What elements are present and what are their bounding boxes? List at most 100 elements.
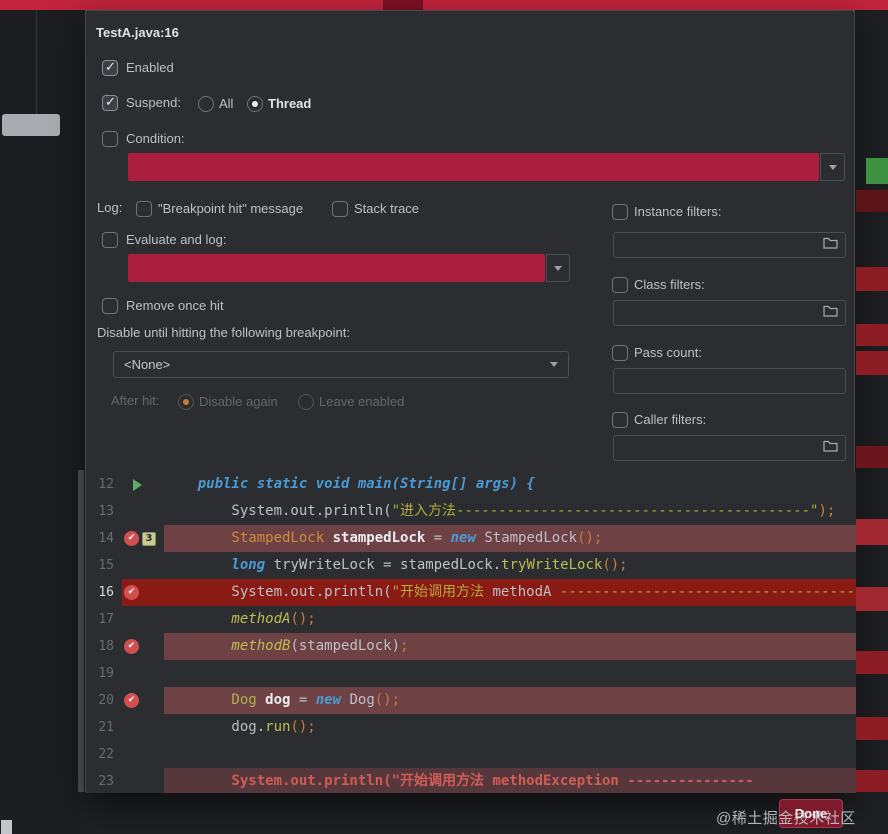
code-text[interactable]: System.out.println("开始调用方法 methodExcepti… bbox=[164, 768, 856, 793]
condition-input[interactable] bbox=[128, 153, 819, 181]
class-filters-label: Class filters: bbox=[634, 277, 705, 293]
gutter[interactable] bbox=[122, 552, 164, 579]
code-line[interactable]: 20✔ Dog dog = new Dog(); bbox=[86, 687, 856, 714]
code-line[interactable]: 21 dog.run(); bbox=[86, 714, 856, 741]
error-stripe-mark[interactable] bbox=[856, 770, 888, 792]
line-number: 18 bbox=[86, 633, 122, 660]
code-text[interactable]: StampedLock stampedLock = new StampedLoc… bbox=[164, 525, 856, 552]
condition-dropdown-button[interactable] bbox=[820, 153, 845, 181]
code-editor[interactable]: 12 public static void main(String[] args… bbox=[86, 471, 856, 793]
gutter[interactable] bbox=[122, 741, 164, 768]
enabled-checkbox[interactable] bbox=[102, 60, 118, 76]
condition-checkbox[interactable] bbox=[102, 131, 118, 147]
error-stripe-mark[interactable] bbox=[856, 519, 888, 545]
error-stripe-mark[interactable] bbox=[856, 717, 888, 740]
code-text[interactable]: methodB(stampedLock); bbox=[164, 633, 856, 660]
gutter[interactable]: ✔ bbox=[122, 687, 164, 714]
after-hit-label: After hit: bbox=[111, 393, 159, 409]
dialog-title: TestA.java:16 bbox=[96, 25, 179, 40]
tool-strip-divider bbox=[36, 10, 37, 115]
class-filters-input[interactable] bbox=[613, 300, 846, 326]
evaluate-input[interactable] bbox=[128, 254, 545, 282]
stripe-mark-green[interactable] bbox=[866, 158, 888, 184]
breakpoint-count-badge[interactable]: 3 bbox=[142, 532, 156, 546]
pass-count-input[interactable] bbox=[613, 368, 846, 394]
stack-trace-checkbox[interactable] bbox=[332, 201, 348, 217]
class-filters-checkbox[interactable] bbox=[612, 277, 628, 293]
gutter[interactable] bbox=[122, 714, 164, 741]
gutter[interactable]: ✔ bbox=[122, 579, 164, 606]
log-message-checkbox[interactable] bbox=[136, 201, 152, 217]
code-line[interactable]: 18✔ methodB(stampedLock); bbox=[86, 633, 856, 660]
code-text[interactable]: Dog dog = new Dog(); bbox=[164, 687, 856, 714]
error-stripe[interactable] bbox=[856, 0, 888, 834]
code-text[interactable] bbox=[164, 741, 856, 768]
code-text[interactable]: methodA(); bbox=[164, 606, 856, 633]
stack-trace-label: Stack trace bbox=[354, 201, 419, 217]
suspend-label: Suspend: bbox=[126, 95, 181, 111]
folder-icon[interactable] bbox=[823, 236, 838, 254]
code-line[interactable]: 22 bbox=[86, 741, 856, 768]
evaluate-dropdown-button[interactable] bbox=[546, 254, 570, 282]
gutter[interactable] bbox=[122, 660, 164, 687]
line-number: 21 bbox=[86, 714, 122, 741]
gutter[interactable] bbox=[122, 498, 164, 525]
breakpoint-icon[interactable]: ✔ bbox=[124, 639, 139, 654]
gutter[interactable] bbox=[122, 768, 164, 793]
folder-icon[interactable] bbox=[823, 304, 838, 322]
gutter[interactable] bbox=[122, 471, 164, 498]
code-text[interactable]: System.out.println("进入方法----------------… bbox=[164, 498, 856, 525]
code-line[interactable]: 16✔ System.out.println("开始调用方法 methodA -… bbox=[86, 579, 856, 606]
gutter[interactable]: ✔3 bbox=[122, 525, 164, 552]
code-line[interactable]: 17 methodA(); bbox=[86, 606, 856, 633]
watermark: @稀土掘金技术社区 bbox=[716, 807, 856, 828]
instance-filters-input[interactable] bbox=[613, 232, 846, 258]
disable-until-dropdown[interactable]: <None> bbox=[113, 351, 569, 378]
gutter[interactable]: ✔ bbox=[122, 633, 164, 660]
breakpoint-icon[interactable]: ✔ bbox=[124, 693, 139, 708]
caller-filters-input[interactable] bbox=[613, 435, 846, 461]
code-line[interactable]: 23 System.out.println("开始调用方法 methodExce… bbox=[86, 768, 856, 793]
suspend-checkbox[interactable] bbox=[102, 95, 118, 111]
breakpoint-icon[interactable]: ✔ bbox=[124, 531, 139, 546]
error-stripe-mark[interactable] bbox=[856, 267, 888, 291]
code-text[interactable]: dog.run(); bbox=[164, 714, 856, 741]
remove-once-checkbox[interactable] bbox=[102, 298, 118, 314]
code-text[interactable]: public static void main(String[] args) { bbox=[164, 471, 856, 498]
error-stripe-mark[interactable] bbox=[856, 351, 888, 375]
error-stripe-mark[interactable] bbox=[856, 446, 888, 468]
pass-count-checkbox[interactable] bbox=[612, 345, 628, 361]
caller-filters-checkbox[interactable] bbox=[612, 412, 628, 428]
code-line[interactable]: 15 long tryWriteLock = stampedLock.tryWr… bbox=[86, 552, 856, 579]
folder-icon[interactable] bbox=[823, 439, 838, 457]
suspend-thread-radio[interactable] bbox=[247, 96, 263, 112]
line-number: 12 bbox=[86, 471, 122, 498]
disable-until-label: Disable until hitting the following brea… bbox=[97, 325, 350, 341]
code-line[interactable]: 14✔3 StampedLock stampedLock = new Stamp… bbox=[86, 525, 856, 552]
run-arrow-icon[interactable] bbox=[133, 479, 142, 491]
code-text[interactable]: long tryWriteLock = stampedLock.tryWrite… bbox=[164, 552, 856, 579]
breakpoint-icon[interactable]: ✔ bbox=[124, 585, 139, 600]
after-hit-disable-radio[interactable] bbox=[178, 394, 194, 410]
error-stripe-mark[interactable] bbox=[856, 651, 888, 674]
tool-window-button[interactable] bbox=[2, 114, 60, 136]
suspend-all-radio[interactable] bbox=[198, 96, 214, 112]
after-hit-disable-label: Disable again bbox=[199, 394, 278, 410]
code-line[interactable]: 13 System.out.println("进入方法-------------… bbox=[86, 498, 856, 525]
error-stripe-mark[interactable] bbox=[856, 324, 888, 346]
code-line[interactable]: 12 public static void main(String[] args… bbox=[86, 471, 856, 498]
line-number: 22 bbox=[86, 741, 122, 768]
suspend-all-label: All bbox=[219, 96, 233, 112]
code-line[interactable]: 19 bbox=[86, 660, 856, 687]
gutter[interactable] bbox=[122, 606, 164, 633]
suspend-thread-label: Thread bbox=[268, 96, 311, 112]
line-number: 17 bbox=[86, 606, 122, 633]
error-stripe-mark[interactable] bbox=[856, 190, 888, 212]
code-text[interactable] bbox=[164, 660, 856, 687]
code-text[interactable]: System.out.println("开始调用方法 methodA -----… bbox=[164, 579, 856, 606]
evaluate-checkbox[interactable] bbox=[102, 232, 118, 248]
error-stripe-mark[interactable] bbox=[856, 587, 888, 611]
after-hit-leave-radio[interactable] bbox=[298, 394, 314, 410]
instance-filters-checkbox[interactable] bbox=[612, 204, 628, 220]
corner-fragment bbox=[1, 820, 12, 834]
